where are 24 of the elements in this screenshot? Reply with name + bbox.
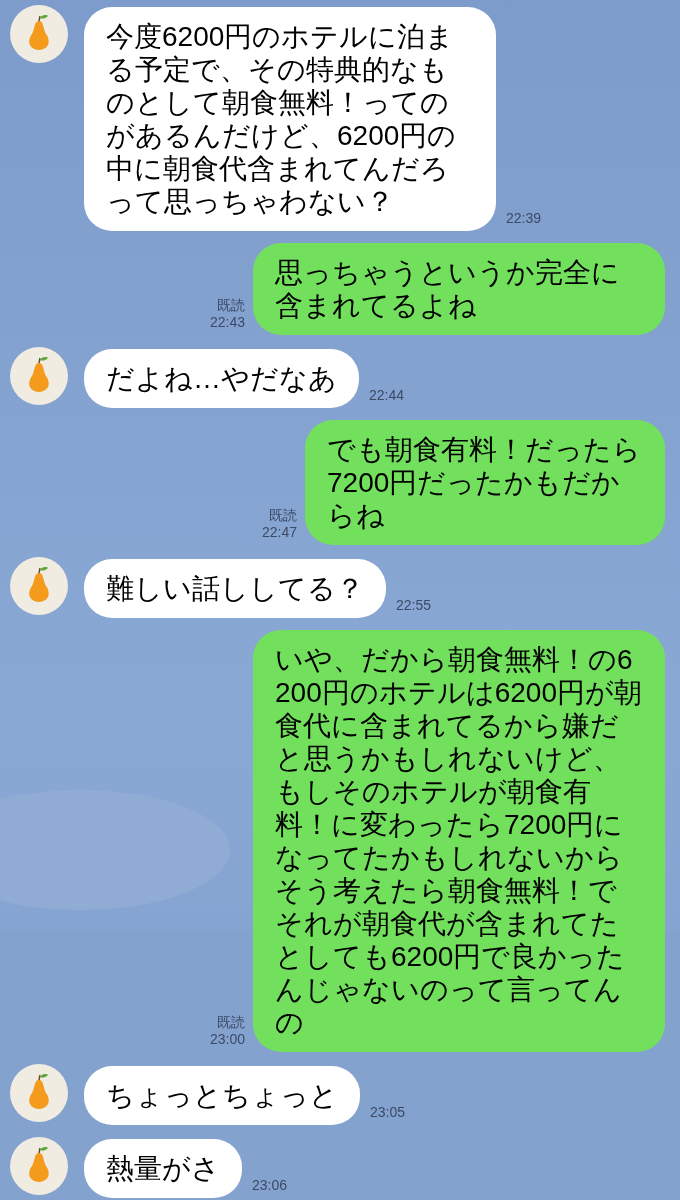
timestamp: 22:39 [506, 210, 542, 227]
incoming-message-bubble: 難しい話ししてる？ [84, 559, 386, 618]
incoming-message-bubble: だよね…やだなあ [84, 349, 359, 408]
timestamp: 23:06 [252, 1177, 288, 1194]
read-receipt: 既読 [217, 297, 245, 314]
timestamp: 23:00 [209, 1031, 245, 1048]
read-receipt: 既読 [269, 507, 297, 524]
timestamp: 22:44 [369, 387, 405, 404]
outgoing-message-bubble: いや、だから朝食無料！の6200円のホテルは6200円が朝食代に含まれてるから嫌だと思うかもしれないけど、もしそのホテルが朝食有料！に変わったら7200円になってたかもしれないからそう考えたら朝食無料！でそれが朝食代が含まれてたとしても6200円で良かったんじゃないのって言ってんの [253, 630, 665, 1052]
timestamp: 22:43 [209, 314, 245, 331]
pear-avatar-icon[interactable] [10, 1137, 68, 1195]
timestamp: 23:05 [370, 1104, 406, 1121]
incoming-message-bubble: 今度6200円のホテルに泊まる予定で、その特典的なものとして朝食無料！ってのがあるんだけど、6200円の中に朝食代含まれてんだろって思っちゃわない？ [84, 7, 496, 231]
outgoing-message-bubble: でも朝食有料！だったら7200円だったかもだからね [305, 420, 665, 545]
timestamp: 22:55 [396, 597, 432, 614]
outgoing-message-bubble: 思っちゃうというか完全に含まれてるよね [253, 243, 665, 335]
incoming-message-bubble: ちょっとちょっと [84, 1066, 360, 1125]
pear-avatar-icon[interactable] [10, 347, 68, 405]
read-receipt: 既読 [217, 1014, 245, 1031]
incoming-message-bubble: 熱量がさ [84, 1139, 242, 1198]
pear-avatar-icon[interactable] [10, 5, 68, 63]
timestamp: 22:47 [261, 524, 297, 541]
pear-avatar-icon[interactable] [10, 1064, 68, 1122]
pear-avatar-icon[interactable] [10, 557, 68, 615]
